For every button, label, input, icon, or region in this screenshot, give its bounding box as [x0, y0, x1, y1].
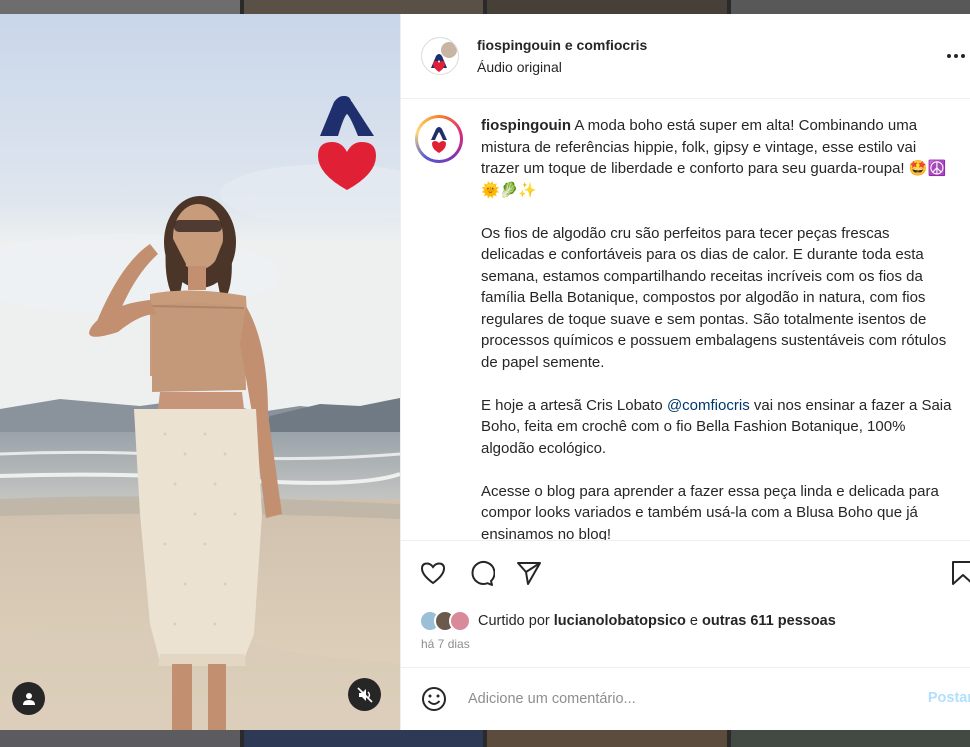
background-feed-bottom	[0, 730, 970, 747]
likes-summary: Curtido por lucianolobatopsico e outras …	[419, 610, 836, 632]
comment-bar: Postar	[401, 667, 970, 730]
caption-paragraph-2: Os fios de algodão cru são perfeitos par…	[481, 224, 947, 371]
post-modal: fiospingouin e comfiocris Áudio original	[0, 14, 970, 730]
user-tag-icon	[22, 692, 35, 705]
emoji-icon[interactable]	[420, 685, 448, 713]
likes-others-link[interactable]: outras 611 pessoas	[702, 613, 836, 629]
caption-section: fiospingouin A moda boho está super em a…	[401, 99, 970, 540]
background-feed-top	[0, 0, 970, 14]
comment-input[interactable]	[468, 691, 888, 707]
more-options-icon	[947, 54, 965, 58]
liker-username[interactable]: lucianolobatopsico	[554, 613, 686, 629]
likes-prefix: Curtido por	[478, 613, 554, 629]
post-comment-button[interactable]: Postar	[928, 690, 970, 706]
post-date[interactable]: há 7 dias	[421, 637, 470, 651]
action-bar	[401, 540, 970, 600]
post-header: fiospingouin e comfiocris Áudio original	[401, 14, 970, 99]
heart-icon[interactable]	[419, 559, 447, 587]
muted-speaker-icon	[356, 686, 373, 703]
send-icon[interactable]	[515, 559, 543, 587]
avatar[interactable]	[421, 37, 459, 75]
post-authors[interactable]: fiospingouin e comfiocris	[477, 37, 647, 53]
more-options-button[interactable]	[944, 44, 968, 68]
penguin-logo-icon	[431, 127, 447, 153]
penguin-logo-icon	[431, 42, 457, 72]
caption-username[interactable]: fiospingouin	[481, 117, 571, 134]
mute-button[interactable]	[348, 678, 381, 711]
avatar	[449, 610, 471, 632]
caption-paragraph-3-start: E hoje a artesã Cris Lobato	[481, 396, 667, 414]
post-side-panel: fiospingouin e comfiocris Áudio original	[400, 14, 970, 730]
comment-icon[interactable]	[467, 559, 495, 587]
video-frame	[0, 14, 400, 730]
audio-label[interactable]: Áudio original	[477, 59, 647, 75]
post-video[interactable]	[0, 14, 400, 730]
caption-avatar[interactable]	[415, 115, 463, 163]
mention-link[interactable]: @comfiocris	[667, 397, 750, 414]
caption-paragraph-4: Acesse o blog para aprender a fazer essa…	[481, 482, 939, 541]
likes-middle: e	[685, 613, 703, 629]
bookmark-icon[interactable]	[949, 559, 970, 587]
caption-text: fiospingouin A moda boho está super em a…	[481, 115, 954, 540]
user-tag-button[interactable]	[12, 682, 45, 715]
liker-avatars[interactable]	[419, 610, 471, 632]
